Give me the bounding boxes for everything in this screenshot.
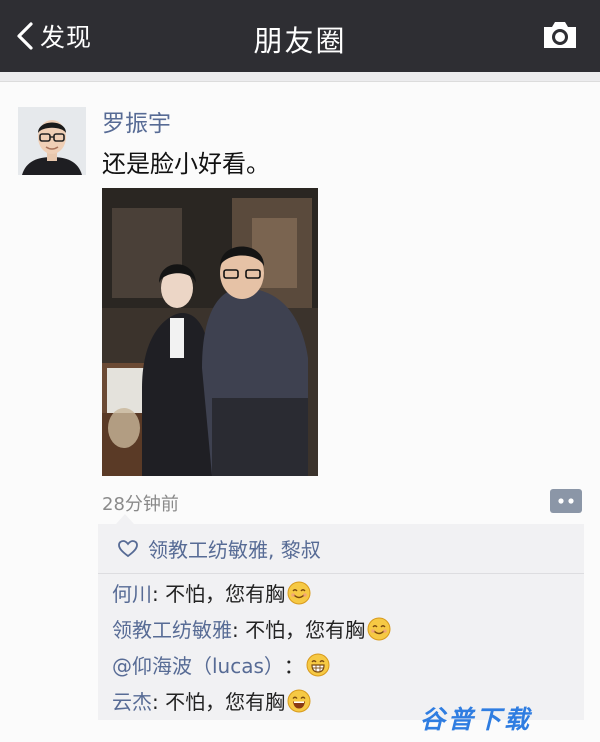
post-text: 还是脸小好看。 bbox=[102, 150, 270, 178]
comment-item[interactable]: 云杰 : 不怕，您有胸 bbox=[112, 686, 311, 715]
comment-item[interactable]: 领教工纺敏雅 : 不怕，您有胸 bbox=[112, 614, 391, 643]
smile-emoji-icon bbox=[367, 617, 391, 640]
likes-row: 领教工纺敏雅, 黎叔 bbox=[98, 524, 584, 574]
comment-text: : 不怕，您有胸 bbox=[152, 690, 286, 714]
comment-menu-icon[interactable] bbox=[550, 489, 582, 513]
header-separator bbox=[0, 72, 600, 82]
comment-text: : 不怕，您有胸 bbox=[152, 582, 286, 606]
avatar[interactable] bbox=[18, 107, 86, 175]
grin-emoji-icon bbox=[306, 653, 330, 676]
laugh-emoji-icon bbox=[287, 689, 311, 712]
watermark: 谷普下载 bbox=[420, 705, 533, 734]
comment-item[interactable]: 何川 : 不怕，您有胸 bbox=[112, 578, 311, 607]
page-title: 朋友圈 bbox=[253, 24, 347, 58]
comment-text: ： bbox=[283, 654, 304, 678]
post-time: 28分钟前 bbox=[102, 494, 179, 515]
comment-author[interactable]: 领教工纺敏雅 bbox=[112, 614, 232, 643]
comment-text: : 不怕，您有胸 bbox=[232, 618, 366, 642]
comment-author[interactable]: 何川 bbox=[112, 578, 152, 607]
likes-names[interactable]: 领教工纺敏雅, 黎叔 bbox=[148, 534, 321, 563]
comment-item[interactable]: @仰海波（lucas） ： bbox=[112, 650, 330, 679]
post-author[interactable]: 罗振宇 bbox=[102, 104, 171, 138]
comment-author[interactable]: 云杰 bbox=[112, 686, 152, 715]
top-navbar: 发现 朋友圈 bbox=[0, 0, 600, 72]
comment-author[interactable]: @仰海波（lucas） bbox=[112, 650, 284, 679]
camera-icon[interactable] bbox=[540, 18, 580, 52]
smile-emoji-icon bbox=[287, 581, 311, 604]
feedback-panel: 领教工纺敏雅, 黎叔 何川 : 不怕，您有胸 领教工纺敏雅 : 不怕，您有胸 @… bbox=[98, 514, 584, 720]
heart-outline-icon bbox=[118, 539, 138, 557]
post-photo[interactable] bbox=[102, 188, 318, 476]
